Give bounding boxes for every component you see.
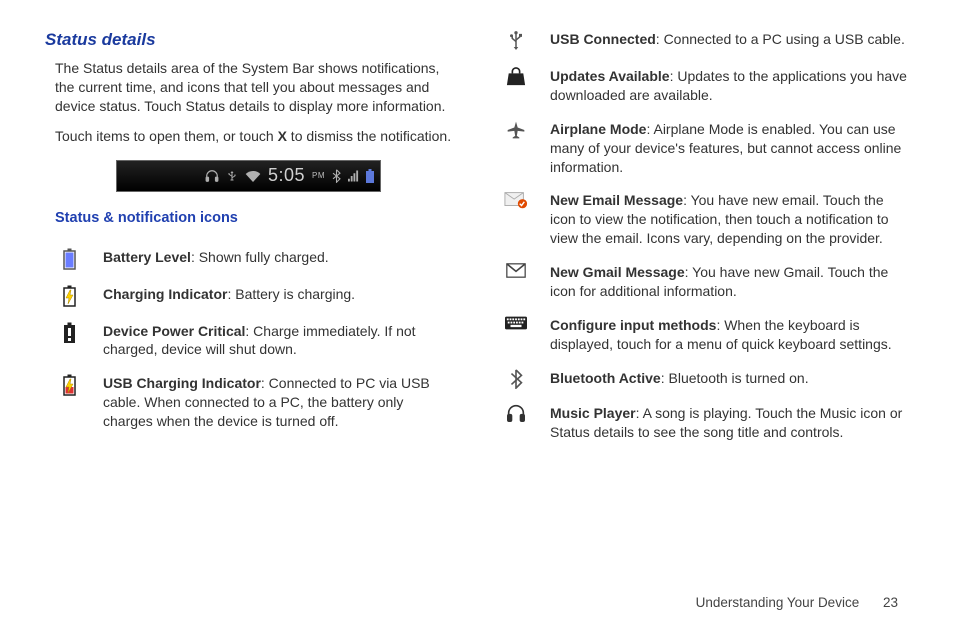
icon-description: USB Charging Indicator: Connected to PC … xyxy=(103,374,452,431)
usb-charging-indicator-icon xyxy=(55,374,83,431)
usb-icon xyxy=(226,168,238,184)
list-item: Battery Level: Shown fully charged. xyxy=(45,248,452,270)
bluetooth-mini-icon xyxy=(332,169,341,183)
list-item: Configure input methods: When the keyboa… xyxy=(502,316,909,354)
battery-level-icon xyxy=(55,248,83,270)
headphones-icon xyxy=(205,169,219,183)
icons-subheading: Status & notification icons xyxy=(55,210,452,226)
icon-description: New Gmail Message: You have new Gmail. T… xyxy=(550,263,909,301)
charging-indicator-icon xyxy=(55,285,83,307)
list-item: New Email Message: You have new email. T… xyxy=(502,191,909,248)
icon-description: Charging Indicator: Battery is charging. xyxy=(103,285,355,307)
list-item: USB Connected: Connected to a PC using a… xyxy=(502,30,909,52)
device-power-critical-icon xyxy=(55,322,83,360)
list-item: Device Power Critical: Charge immediatel… xyxy=(45,322,452,360)
icon-description: Bluetooth Active: Bluetooth is turned on… xyxy=(550,369,809,389)
icon-description: New Email Message: You have new email. T… xyxy=(550,191,909,248)
status-bar-time: 5:05 xyxy=(268,165,305,186)
icon-description: Updates Available: Updates to the applic… xyxy=(550,67,909,105)
intro-paragraph-2: Touch items to open them, or touch X to … xyxy=(45,127,452,146)
list-item: Updates Available: Updates to the applic… xyxy=(502,67,909,105)
icon-description: Airplane Mode: Airplane Mode is enabled.… xyxy=(550,120,909,177)
signal-mini-icon xyxy=(348,170,359,182)
music-player-icon xyxy=(502,404,530,442)
dismiss-key: X xyxy=(278,128,287,144)
footer-section-title: Understanding Your Device xyxy=(696,595,860,610)
wifi-icon xyxy=(245,170,261,182)
configure-input-icon xyxy=(502,316,530,354)
list-item: Airplane Mode: Airplane Mode is enabled.… xyxy=(502,120,909,177)
list-item: USB Charging Indicator: Connected to PC … xyxy=(45,374,452,431)
icon-description: Device Power Critical: Charge immediatel… xyxy=(103,322,452,360)
section-heading: Status details xyxy=(45,30,452,50)
battery-mini-icon xyxy=(366,169,374,183)
intro-2-pre: Touch items to open them, or touch xyxy=(55,128,278,144)
list-item: Bluetooth Active: Bluetooth is turned on… xyxy=(502,369,909,389)
list-item: Charging Indicator: Battery is charging. xyxy=(45,285,452,307)
icon-description: Configure input methods: When the keyboa… xyxy=(550,316,909,354)
icon-description: USB Connected: Connected to a PC using a… xyxy=(550,30,905,52)
bluetooth-active-icon xyxy=(502,369,530,389)
page-number: 23 xyxy=(883,595,898,610)
icon-description: Music Player: A song is playing. Touch t… xyxy=(550,404,909,442)
intro-2-post: to dismiss the notification. xyxy=(287,128,451,144)
new-gmail-icon xyxy=(502,263,530,301)
updates-available-icon xyxy=(502,67,530,105)
airplane-mode-icon xyxy=(502,120,530,177)
intro-paragraph-1: The Status details area of the System Ba… xyxy=(45,59,452,116)
list-item: Music Player: A song is playing. Touch t… xyxy=(502,404,909,442)
new-email-icon xyxy=(502,191,530,248)
status-bar-ampm: PM xyxy=(312,171,325,180)
page-footer: Understanding Your Device 23 xyxy=(696,595,898,610)
status-bar-screenshot: 5:05 PM xyxy=(116,160,381,192)
usb-connected-icon xyxy=(502,30,530,52)
icon-description: Battery Level: Shown fully charged. xyxy=(103,248,329,270)
list-item: New Gmail Message: You have new Gmail. T… xyxy=(502,263,909,301)
